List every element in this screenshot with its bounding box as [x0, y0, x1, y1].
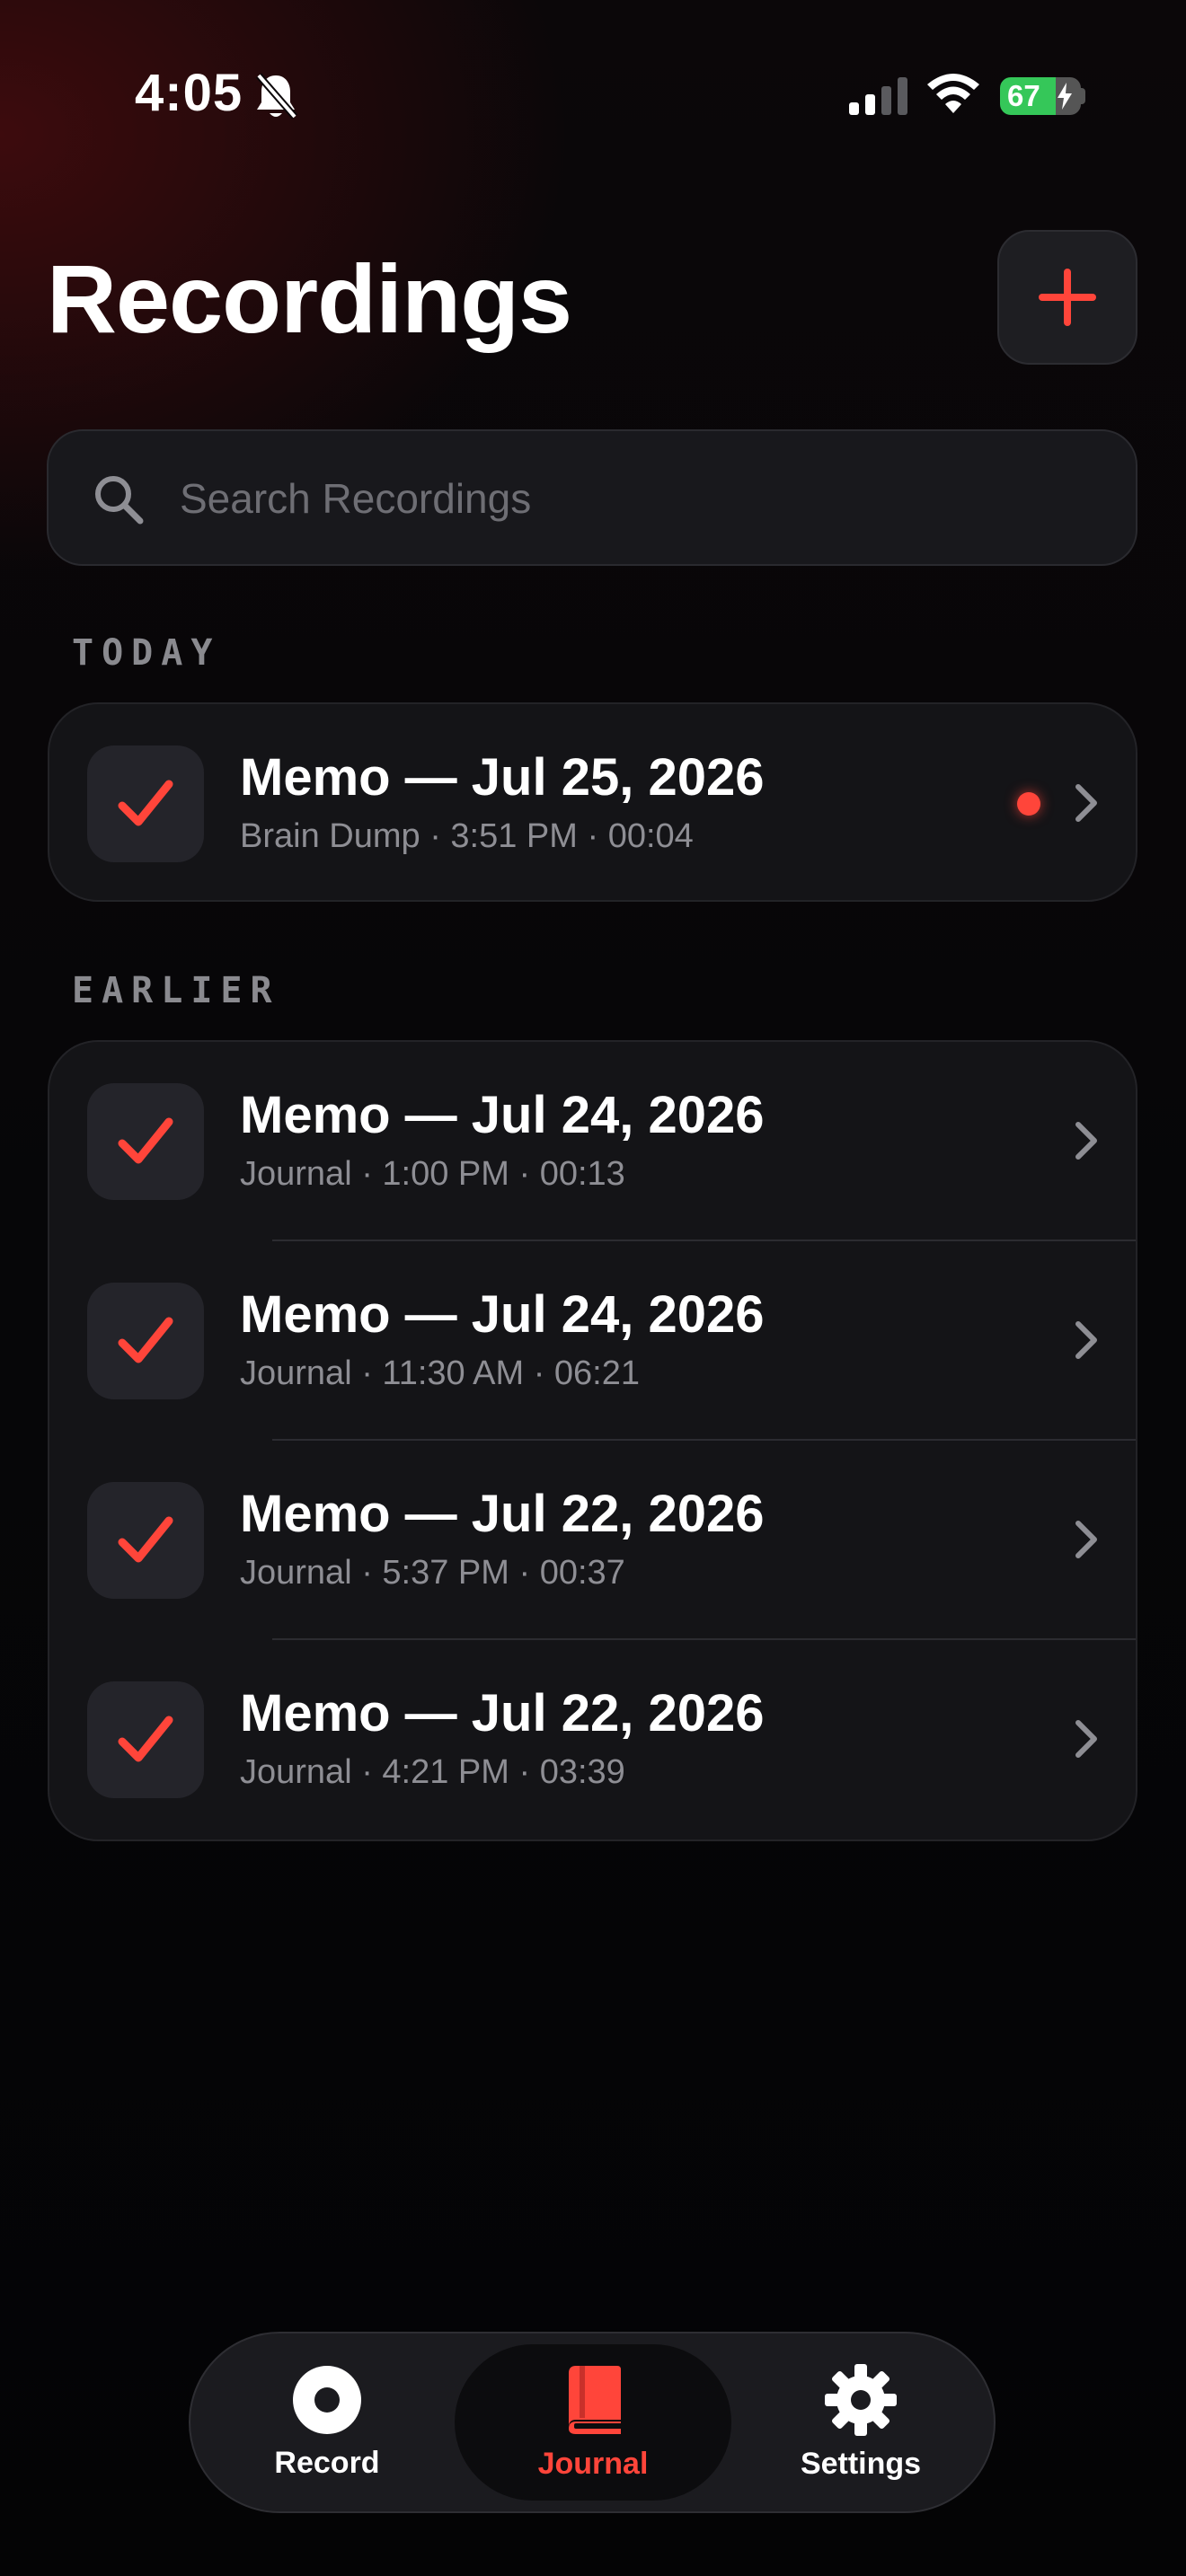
recording-row[interactable]: Memo — Jul 22, 2026 Journal · 5:37 PM · …: [49, 1441, 1136, 1640]
section-label-earlier: EARLIER: [72, 970, 280, 1011]
recording-check-icon: [87, 1681, 204, 1798]
battery-nub: [1080, 88, 1085, 104]
recording-title: Memo — Jul 25, 2026: [240, 748, 765, 807]
status-time: 4:05: [135, 64, 243, 122]
recording-check-icon: [87, 1482, 204, 1599]
recording-check-icon: [87, 1283, 204, 1399]
recording-title: Memo — Jul 24, 2026: [240, 1086, 765, 1144]
tab-label: Settings: [800, 2446, 922, 2481]
book-icon: [569, 2365, 621, 2434]
page-title: Recordings: [47, 244, 572, 353]
recording-row[interactable]: Memo — Jul 24, 2026 Journal · 11:30 AM ·…: [49, 1241, 1136, 1441]
tab-journal[interactable]: Journal: [455, 2344, 731, 2501]
search-icon: [95, 476, 144, 525]
bell-slash-icon: [255, 73, 298, 119]
section-label-today: TODAY: [72, 632, 221, 674]
recording-details: Journal · 11:30 AM · 06:21: [240, 1354, 640, 1392]
gear-icon: [825, 2363, 897, 2436]
cellular-signal-icon: [849, 77, 907, 115]
recording-check-icon: [87, 745, 204, 862]
chevron-right-icon: [1075, 1521, 1097, 1558]
recording-row[interactable]: Memo — Jul 25, 2026 Brain Dump · 3:51 PM…: [49, 704, 1136, 900]
chevron-right-icon: [1075, 1321, 1097, 1359]
charging-bolt-icon: [1058, 83, 1072, 110]
search-input[interactable]: [178, 458, 1098, 539]
recording-title: Memo — Jul 24, 2026: [240, 1285, 765, 1344]
battery-indicator: 67: [1000, 77, 1081, 115]
recording-details: Journal · 5:37 PM · 00:37: [240, 1554, 625, 1592]
wifi-icon: [927, 74, 979, 113]
chevron-right-icon: [1075, 1720, 1097, 1758]
today-recordings-card: Memo — Jul 25, 2026 Brain Dump · 3:51 PM…: [48, 702, 1137, 902]
recording-details: Journal · 4:21 PM · 03:39: [240, 1753, 625, 1791]
unread-dot: [1017, 792, 1040, 816]
record-icon: [293, 2365, 361, 2434]
search-bar[interactable]: [47, 429, 1137, 566]
earlier-recordings-card: Memo — Jul 24, 2026 Journal · 1:00 PM · …: [48, 1040, 1137, 1841]
plus-icon: [1039, 269, 1096, 326]
recording-row[interactable]: Memo — Jul 24, 2026 Journal · 1:00 PM · …: [49, 1042, 1136, 1241]
recording-row[interactable]: Memo — Jul 22, 2026 Journal · 4:21 PM · …: [49, 1640, 1136, 1839]
tab-settings[interactable]: Settings: [740, 2344, 981, 2501]
tab-label: Record: [274, 2445, 380, 2480]
tab-bar: Record Journal Settings: [189, 2332, 996, 2513]
tab-label: Journal: [537, 2446, 649, 2481]
recording-details: Brain Dump · 3:51 PM · 00:04: [240, 817, 694, 855]
battery-level: 67: [1007, 79, 1040, 112]
recording-title: Memo — Jul 22, 2026: [240, 1485, 765, 1543]
recordings-screen: 4:05 67 Recordings Search Recordings TOD…: [0, 0, 1186, 2576]
chevron-right-icon: [1075, 784, 1097, 822]
tab-record[interactable]: Record: [207, 2344, 447, 2501]
recording-title: Memo — Jul 22, 2026: [240, 1684, 765, 1742]
recording-check-icon: [87, 1083, 204, 1200]
add-recording-button[interactable]: [997, 230, 1137, 365]
chevron-right-icon: [1075, 1122, 1097, 1160]
recording-details: Journal · 1:00 PM · 00:13: [240, 1155, 625, 1193]
